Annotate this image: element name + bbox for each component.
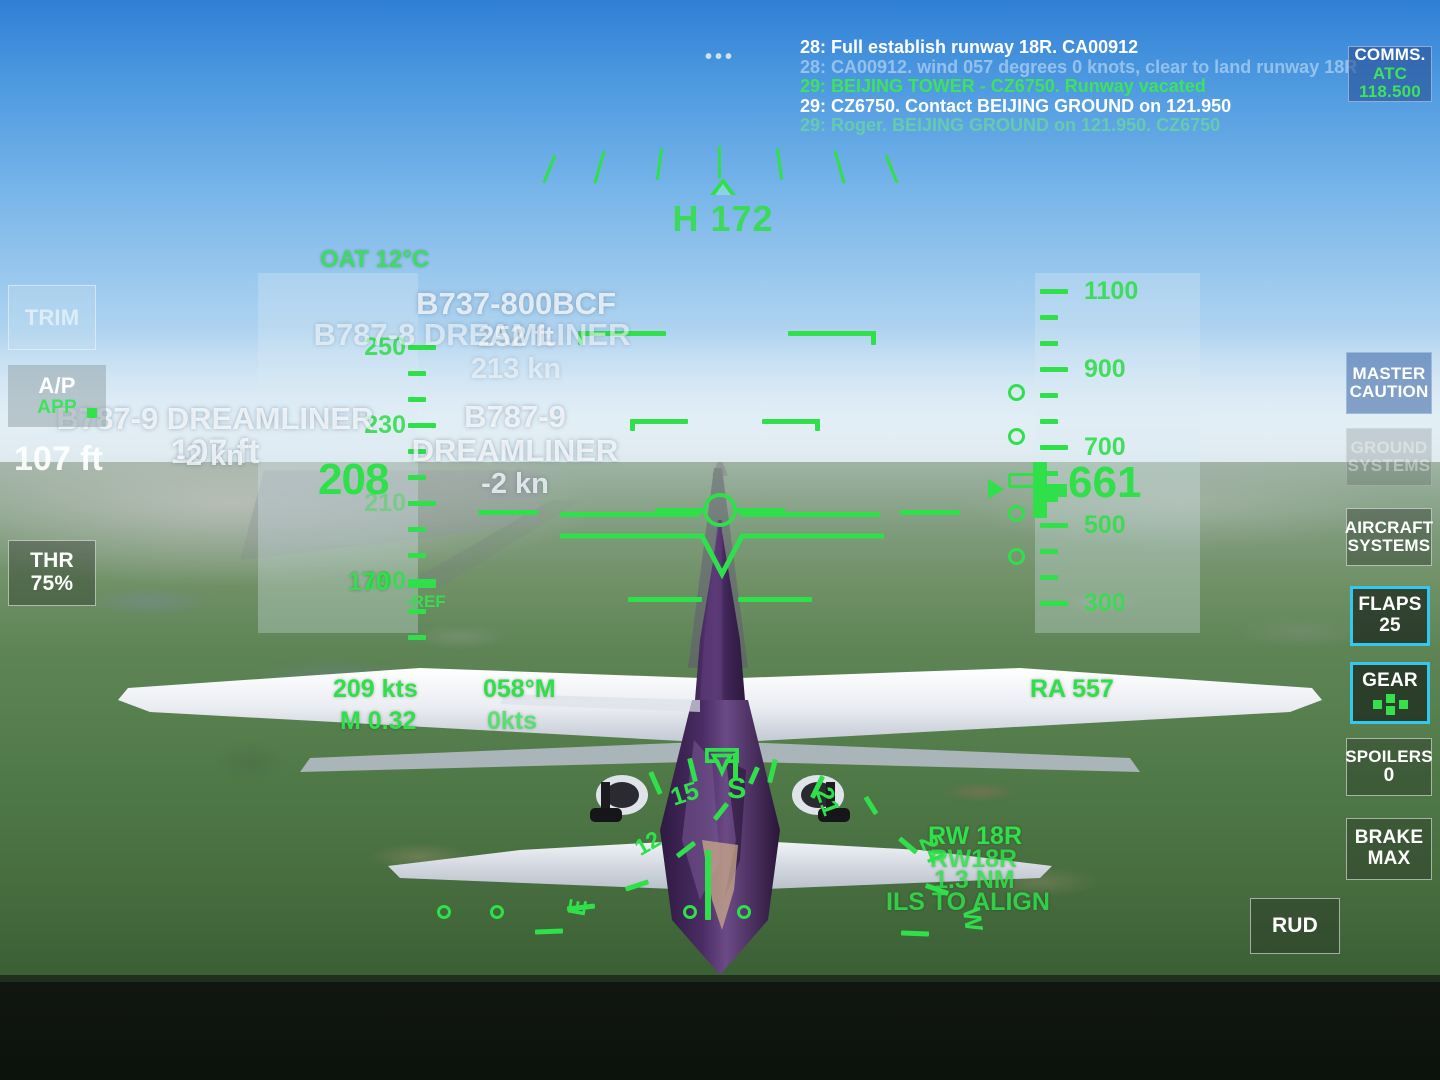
- atc-message: 28: Full establish runway 18R. CA00912: [800, 37, 1139, 57]
- gear-button[interactable]: GEAR: [1350, 662, 1430, 724]
- aircraft-systems-button[interactable]: AIRCRAFT SYSTEMS: [1344, 508, 1434, 566]
- trim-button[interactable]: TRIM: [8, 285, 96, 350]
- master-caution-line1: MASTER: [1352, 363, 1426, 383]
- traffic-aircraft-speed: -2 kn: [176, 440, 244, 472]
- spoilers-label: SPOILERS: [1345, 746, 1433, 766]
- rudder-button[interactable]: RUD: [1250, 898, 1340, 954]
- rudder-label: RUD: [1271, 913, 1319, 937]
- atc-message: 28: CA00912. wind 057 degrees 0 knots, c…: [800, 56, 1358, 77]
- brake-button[interactable]: BRAKE MAX: [1346, 818, 1432, 880]
- atc-typing-indicator: •••: [705, 46, 736, 68]
- spoilers-button[interactable]: SPOILERS 0: [1345, 738, 1433, 796]
- spoilers-value: 0: [1383, 764, 1395, 786]
- aircraft-systems-line1: AIRCRAFT: [1344, 517, 1434, 537]
- flaps-button[interactable]: FLAPS 25: [1350, 586, 1430, 646]
- gear-down-indicator-icon: [1372, 694, 1408, 716]
- ground-systems-line1: GROUND: [1350, 437, 1428, 457]
- autopilot-mode: APP: [37, 396, 77, 418]
- traffic-aircraft-name: B787-9 DREAMLINER: [411, 399, 619, 468]
- atc-message: 29: BEIJING TOWER - CZ6750. Runway vacat…: [800, 76, 1206, 96]
- traffic-aircraft-speed: 213 kn: [470, 353, 562, 385]
- brake-line2: MAX: [1367, 848, 1411, 869]
- traffic-label: B787-9 DREAMLINER -2 kn: [370, 399, 660, 501]
- flaps-label: FLAPS: [1358, 594, 1422, 616]
- traffic-label: B787-8 DREAMLINER: [262, 318, 682, 352]
- atc-message: 29: Roger. BEIJING GROUND on 121.950. CZ…: [800, 115, 1221, 135]
- bottom-status-bar: 058/0kts Wind 207 kts IAS 655 ft Altitud…: [0, 975, 1440, 1080]
- master-caution-button[interactable]: MASTER CAUTION: [1346, 352, 1432, 414]
- master-caution-line2: CAUTION: [1349, 382, 1429, 401]
- atc-message: 29: CZ6750. Contact BEIJING GROUND on 12…: [800, 95, 1232, 116]
- autopilot-label: A/P: [38, 372, 76, 398]
- traffic-aircraft-name: B787-8 DREAMLINER: [313, 317, 631, 352]
- autopilot-active-led-icon: [87, 408, 97, 418]
- comms-frequency: 118.500: [1359, 82, 1421, 102]
- traffic-aircraft-name: B737-800BCF: [416, 286, 616, 321]
- ground-systems-button[interactable]: GROUND SYSTEMS: [1346, 428, 1432, 486]
- traffic-label-speed: -2 kn: [120, 440, 300, 472]
- left-altitude-callout: 107 ft: [14, 440, 103, 478]
- throttle-button[interactable]: THR 75%: [8, 540, 96, 606]
- comms-atc-button[interactable]: COMMS. ATC 118.500: [1348, 46, 1432, 102]
- brake-line1: BRAKE: [1354, 827, 1424, 849]
- simulator-viewport: OAT 12°C H 172 250 230 210 190 170 208 -…: [0, 0, 1440, 1080]
- autopilot-button[interactable]: A/P APP: [8, 365, 106, 427]
- throttle-label: THR: [30, 549, 74, 573]
- comms-mode: ATC: [1372, 63, 1408, 83]
- throttle-value: 75%: [30, 572, 74, 595]
- flaps-value: 25: [1379, 615, 1401, 636]
- traffic-aircraft-speed: -2 kn: [481, 468, 549, 500]
- atc-message-log[interactable]: 28: Full establish runway 18R. CA00912 2…: [800, 37, 1360, 136]
- comms-label: COMMS.: [1354, 45, 1426, 65]
- trim-label: TRIM: [24, 304, 80, 330]
- ground-systems-line2: SYSTEMS: [1347, 456, 1431, 475]
- gear-label: GEAR: [1362, 669, 1418, 691]
- aircraft-systems-line2: SYSTEMS: [1347, 536, 1431, 555]
